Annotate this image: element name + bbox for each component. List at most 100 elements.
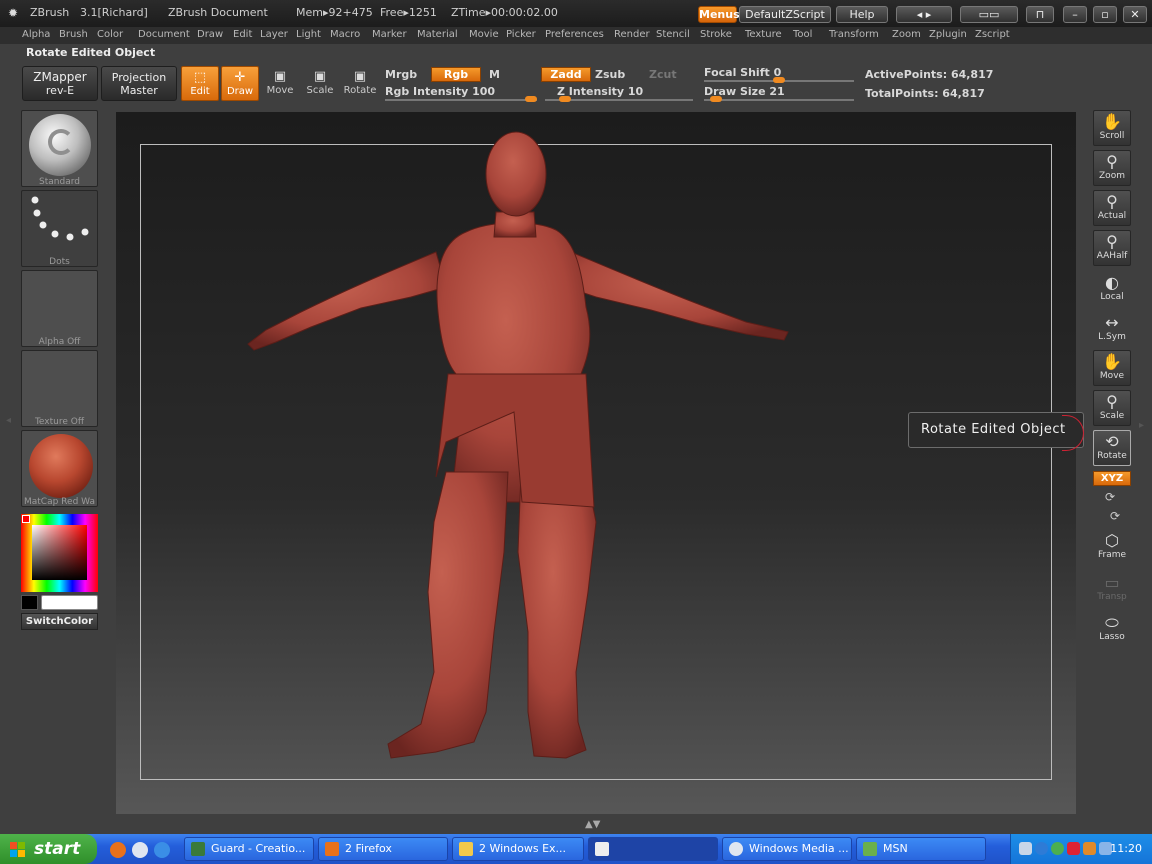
switch-color-button[interactable]: SwitchColor xyxy=(21,613,98,630)
menu-item-picker[interactable]: Picker xyxy=(506,29,536,40)
scroll-arrows-icon[interactable]: ◂ ▸ xyxy=(896,6,952,23)
start-button[interactable]: start xyxy=(0,834,97,864)
material-thumbnail[interactable]: MatCap Red Wa xyxy=(21,430,98,507)
tray-app-icon[interactable] xyxy=(1083,842,1096,855)
sculpted-figure[interactable] xyxy=(116,112,1076,814)
zcut-button[interactable]: Zcut xyxy=(649,68,677,81)
draw-button[interactable]: ✛ Draw xyxy=(221,66,259,101)
move-button[interactable]: ▣ Move xyxy=(261,66,299,101)
rgb-intensity-slider[interactable] xyxy=(385,96,537,102)
task-windows-explorer[interactable]: 2 Windows Ex... xyxy=(452,837,584,861)
menu-item-zplugin[interactable]: Zplugin xyxy=(929,29,967,40)
rotate-z-icon[interactable]: ⟳ xyxy=(1110,509,1120,523)
menu-item-zscript[interactable]: Zscript xyxy=(975,29,1010,40)
menu-item-transform[interactable]: Transform xyxy=(829,29,879,40)
task-msn[interactable]: MSN xyxy=(856,837,986,861)
focal-shift-slider[interactable] xyxy=(704,77,854,83)
menu-item-draw[interactable]: Draw xyxy=(197,29,223,40)
tray-messenger-icon[interactable] xyxy=(1051,842,1064,855)
primary-color-swatch[interactable] xyxy=(41,595,98,610)
projection-master-button[interactable]: Projection Master xyxy=(101,66,177,101)
move-view-button[interactable]: ✋ Move xyxy=(1093,350,1131,386)
rgb-intensity-knob[interactable] xyxy=(525,96,537,102)
alpha-thumbnail[interactable]: Alpha Off xyxy=(21,270,98,347)
zoom-button[interactable]: ⚲ Zoom xyxy=(1093,150,1131,186)
task-firefox[interactable]: 2 Firefox xyxy=(318,837,448,861)
menu-item-material[interactable]: Material xyxy=(417,29,458,40)
rotate-y-icon[interactable]: ⟳ xyxy=(1105,490,1115,504)
actual-button[interactable]: ⚲ Actual xyxy=(1093,190,1131,226)
edit-button[interactable]: ⬚ Edit xyxy=(181,66,219,101)
xyz-toggle[interactable]: XYZ xyxy=(1093,471,1131,486)
rgb-button[interactable]: Rgb xyxy=(431,67,481,82)
canvas-collapse-arrow-icon[interactable]: ▲▼ xyxy=(585,819,600,830)
menu-item-macro[interactable]: Macro xyxy=(330,29,360,40)
draw-size-slider[interactable] xyxy=(704,96,854,102)
tray-pen-icon[interactable] xyxy=(1019,842,1032,855)
minimize-icon[interactable]: – xyxy=(1063,6,1087,23)
maximize-icon[interactable]: ▫ xyxy=(1093,6,1117,23)
zbrush-logo-icon: ✹ xyxy=(8,6,19,20)
local-button[interactable]: ◐ Local xyxy=(1093,272,1131,308)
help-button[interactable]: Help xyxy=(836,6,888,23)
tray-network-icon[interactable] xyxy=(1035,842,1048,855)
stroke-thumbnail[interactable]: Dots xyxy=(21,190,98,267)
layout-icon[interactable]: ▭▭ xyxy=(960,6,1018,23)
menu-item-tool[interactable]: Tool xyxy=(793,29,812,40)
mrgb-button[interactable]: Mrgb xyxy=(385,68,417,81)
task-guard[interactable]: Guard - Creatio... xyxy=(184,837,314,861)
media-quicklaunch-icon[interactable] xyxy=(132,842,148,858)
menu-item-render[interactable]: Render xyxy=(614,29,650,40)
zadd-button[interactable]: Zadd xyxy=(541,67,591,82)
rotate-button[interactable]: ▣ Rotate xyxy=(341,66,379,101)
lock-icon[interactable]: ⊓ xyxy=(1026,6,1054,23)
ie-quicklaunch-icon[interactable] xyxy=(154,842,170,858)
task-zbrush[interactable] xyxy=(588,837,718,861)
transp-button[interactable]: ▭ Transp xyxy=(1093,572,1131,608)
frame-button[interactable]: ⬡ Frame xyxy=(1093,530,1131,566)
left-shelf-arrow-icon[interactable]: ◂ xyxy=(6,415,11,426)
lasso-button[interactable]: ⬭ Lasso xyxy=(1093,612,1131,648)
color-picker-square[interactable] xyxy=(32,525,87,580)
texture-thumbnail[interactable]: Texture Off xyxy=(21,350,98,427)
focal-shift-knob[interactable] xyxy=(773,77,785,83)
default-zscript-button[interactable]: DefaultZScript xyxy=(739,6,831,23)
menu-item-movie[interactable]: Movie xyxy=(469,29,499,40)
close-icon[interactable]: ✕ xyxy=(1123,6,1147,23)
menu-item-zoom[interactable]: Zoom xyxy=(892,29,921,40)
zbrush-task-icon xyxy=(595,842,609,856)
menu-item-preferences[interactable]: Preferences xyxy=(545,29,604,40)
scale-view-button[interactable]: ⚲ Scale xyxy=(1093,390,1131,426)
menu-item-light[interactable]: Light xyxy=(296,29,321,40)
menu-item-brush[interactable]: Brush xyxy=(59,29,88,40)
z-intensity-knob[interactable] xyxy=(558,96,571,102)
aahalf-button[interactable]: ⚲ AAHalf xyxy=(1093,230,1131,266)
rotate-view-button[interactable]: ⟲ Rotate xyxy=(1093,430,1131,466)
lsym-button[interactable]: ↔ L.Sym xyxy=(1093,312,1131,348)
scale-button[interactable]: ▣ Scale xyxy=(301,66,339,101)
menu-item-stencil[interactable]: Stencil xyxy=(656,29,690,40)
z-intensity-slider[interactable] xyxy=(545,96,693,102)
right-shelf-arrow-icon[interactable]: ▸ xyxy=(1139,420,1144,431)
menu-item-document[interactable]: Document xyxy=(138,29,190,40)
brush-thumbnail[interactable]: Standard xyxy=(21,110,98,187)
menu-item-alpha[interactable]: Alpha xyxy=(22,29,50,40)
menu-item-marker[interactable]: Marker xyxy=(372,29,407,40)
scroll-button[interactable]: ✋ Scroll xyxy=(1093,110,1131,146)
document-canvas[interactable] xyxy=(116,112,1076,814)
menu-item-color[interactable]: Color xyxy=(97,29,123,40)
tray-antivirus-icon[interactable] xyxy=(1067,842,1080,855)
transp-icon: ▭ xyxy=(1104,573,1120,592)
menus-button[interactable]: Menus xyxy=(698,6,740,23)
task-windows-media[interactable]: Windows Media ... xyxy=(722,837,852,861)
secondary-color-swatch[interactable] xyxy=(21,595,38,610)
firefox-quicklaunch-icon[interactable] xyxy=(110,842,126,858)
menu-item-stroke[interactable]: Stroke xyxy=(700,29,732,40)
menu-item-texture[interactable]: Texture xyxy=(745,29,782,40)
menu-item-layer[interactable]: Layer xyxy=(260,29,288,40)
zsub-button[interactable]: Zsub xyxy=(595,68,625,81)
menu-item-edit[interactable]: Edit xyxy=(233,29,252,40)
m-button[interactable]: M xyxy=(489,68,500,81)
zmapper-button[interactable]: ZMapper rev-E xyxy=(22,66,98,101)
draw-size-knob[interactable] xyxy=(709,96,722,102)
